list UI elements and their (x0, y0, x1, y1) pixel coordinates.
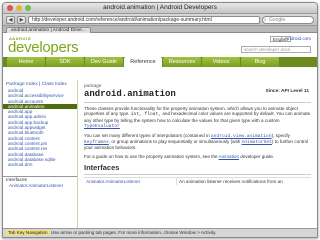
browser-search-field[interactable]: ⌕ Google (262, 15, 314, 24)
page-content: Package Index | Class Index android andr… (3, 80, 317, 228)
para2-text-a: You can set many different types of inte… (84, 132, 211, 138)
para2-text-c: , or group animations to play sequential… (108, 139, 242, 145)
interface-name-link[interactable]: Animator.AnimatorListener (84, 178, 176, 185)
status-warning: Tab Key Navigation (6, 230, 50, 235)
site-header: ANDROID developers English Android.com s… (3, 33, 317, 57)
nav-tab-sdk[interactable]: SDK (46, 57, 84, 67)
forward-button[interactable]: ▶ (17, 15, 26, 24)
sidebar-item-drm[interactable]: android.drm (8, 162, 77, 167)
status-bar: Tab Key Navigation Use arrow or packing … (3, 228, 317, 237)
class-index-link[interactable]: Class Index (42, 82, 67, 87)
android-com-link[interactable]: Android.com (285, 36, 311, 41)
para1-code: int, float, (130, 112, 162, 118)
status-text: Use arrow or packing tab pages. For more… (50, 230, 217, 235)
para3-text-a: For a guide on how to use the property a… (84, 153, 219, 159)
site-search-input[interactable]: search developer docs (241, 46, 311, 53)
main-nav: Home SDK Dev Guide Reference Resources V… (3, 57, 317, 67)
package-sidebar: Package Index | Class Index android andr… (3, 80, 78, 228)
table-row: Animator.AnimatorListener An animation l… (84, 177, 311, 186)
sidebar-header: Package Index | Class Index (3, 80, 77, 88)
browser-toolbar: ◀ ▶ http://developer.android.com/referen… (3, 14, 317, 26)
doc-main: package Since: API Level 11 android.anim… (78, 80, 317, 228)
description-paragraph-3: For a guide on how to use the property a… (84, 154, 311, 159)
title-bar: android.animation | Android Developers (3, 3, 317, 14)
nav-tab-blog[interactable]: Blog (241, 57, 279, 67)
class-list: Interfaces Animator.AnimatorListener (3, 177, 77, 189)
nav-tab-reference[interactable]: Reference (124, 57, 162, 67)
site-logo[interactable]: developers (8, 39, 79, 56)
nav-tab-videos[interactable]: Videos (202, 57, 240, 67)
typeevaluator-link[interactable]: TypeEvaluator (84, 124, 120, 129)
api-level-label: Since: API Level 11 (265, 89, 309, 94)
view-animation-link[interactable]: android.view.animation (211, 134, 272, 139)
window-title: android.animation | Android Developers (103, 4, 217, 11)
browser-window: android.animation | Android Developers ◀… (2, 2, 318, 238)
tab-bar: android.animation | Android Deve... (3, 26, 317, 33)
address-bar[interactable]: http://developer.android.com/reference/a… (28, 15, 260, 24)
back-button[interactable]: ◀ (6, 15, 15, 24)
interface-description: An animation listener receives notificat… (176, 178, 311, 186)
para2-text-b: ), specify (271, 132, 290, 138)
animatorset-link[interactable]: AnimatorSet (242, 140, 272, 145)
interfaces-heading: Interfaces (84, 163, 311, 176)
para3-text-b: developer guide. (239, 153, 275, 159)
description-paragraph-2: You can set many different types of inte… (84, 133, 311, 151)
search-icon: ⌕ (264, 16, 267, 23)
nav-tab-home[interactable]: Home (7, 57, 45, 67)
description-paragraph-1: These classes provide functionality for … (84, 106, 311, 130)
package-list: android android.accessibilityservice and… (3, 88, 77, 167)
keyframes-link[interactable]: Keyframes (84, 140, 109, 145)
browser-search-placeholder: Google (269, 16, 286, 23)
nav-tab-resources[interactable]: Resources (163, 57, 201, 67)
animation-guide-link[interactable]: Animation (219, 154, 239, 159)
package-label: package (84, 83, 102, 88)
nav-tab-dev-guide[interactable]: Dev Guide (85, 57, 123, 67)
class-list-item[interactable]: Animator.AnimatorListener (6, 183, 74, 188)
package-index-link[interactable]: Package Index (6, 82, 38, 87)
